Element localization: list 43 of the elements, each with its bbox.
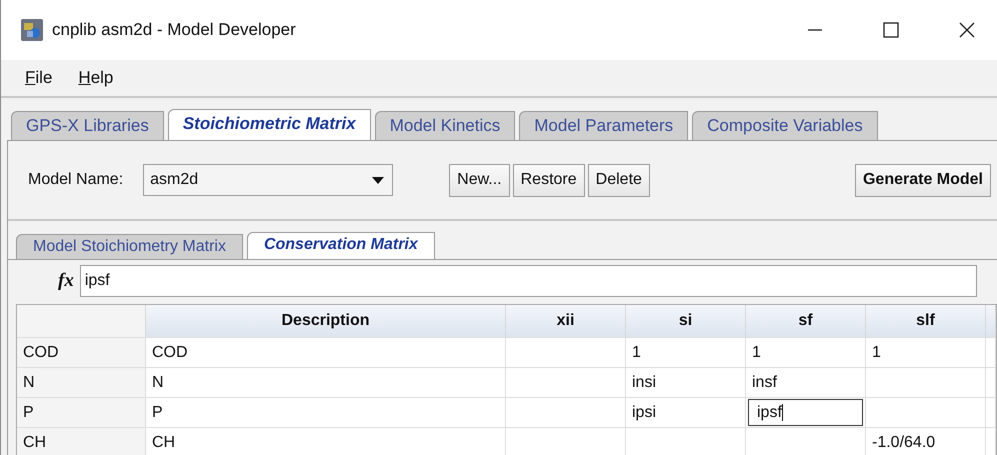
menu-item[interactable]: Help bbox=[78, 68, 114, 88]
menu-item[interactable]: File bbox=[25, 68, 52, 88]
table-cell: CH bbox=[17, 428, 146, 455]
tab[interactable]: GPS-X Libraries bbox=[11, 111, 164, 140]
table-cell: CH bbox=[146, 428, 506, 455]
generate-model-button[interactable]: Generate Model bbox=[854, 164, 991, 196]
table-cell: 1 bbox=[866, 338, 986, 367]
table-cell: 1 bbox=[626, 338, 746, 367]
action-button[interactable]: New... bbox=[449, 164, 510, 196]
tab[interactable]: Model Kinetics bbox=[374, 111, 516, 140]
table-cell: insf bbox=[746, 368, 866, 397]
table-cell: P bbox=[146, 398, 506, 427]
tab[interactable]: Conservation Matrix bbox=[246, 232, 435, 259]
column-header: xii bbox=[506, 305, 626, 337]
column-header: si bbox=[626, 305, 746, 337]
model-name-label: Model Name: bbox=[28, 171, 124, 189]
close-icon[interactable] bbox=[959, 22, 975, 38]
app-icon bbox=[21, 19, 43, 41]
action-button[interactable]: Restore bbox=[512, 164, 585, 196]
table-cell: P bbox=[17, 398, 146, 427]
formula-field[interactable]: ipsf bbox=[80, 265, 977, 297]
function-icon: fx bbox=[58, 270, 74, 292]
table-cell: COD bbox=[146, 338, 506, 367]
table-cell: COD bbox=[17, 338, 146, 367]
tab[interactable]: Composite Variables bbox=[692, 111, 878, 140]
table-cell: -1.0/64.0 bbox=[866, 428, 986, 455]
model-name-dropdown[interactable]: asm2d bbox=[143, 164, 394, 196]
table-cell: insi bbox=[626, 368, 746, 397]
maximize-icon[interactable] bbox=[883, 22, 899, 38]
column-header: slf bbox=[866, 305, 986, 337]
window-title: cnplib asm2d - Model Developer bbox=[52, 20, 296, 40]
table-cell: ipsi bbox=[626, 398, 746, 427]
tab[interactable]: Model Stoichiometry Matrix bbox=[16, 234, 243, 259]
action-button[interactable]: Delete bbox=[588, 164, 650, 196]
tab[interactable]: Model Parameters bbox=[519, 111, 688, 140]
table-cell: N bbox=[146, 368, 506, 397]
column-header: Description bbox=[146, 305, 506, 337]
caret-icon bbox=[372, 176, 384, 184]
tab[interactable]: Stoichiometric Matrix bbox=[168, 109, 371, 140]
cell-editor[interactable]: ipsf bbox=[746, 398, 866, 427]
table-cell: N bbox=[17, 368, 146, 397]
column-header: sf bbox=[746, 305, 866, 337]
table-cell: 1 bbox=[746, 338, 866, 367]
